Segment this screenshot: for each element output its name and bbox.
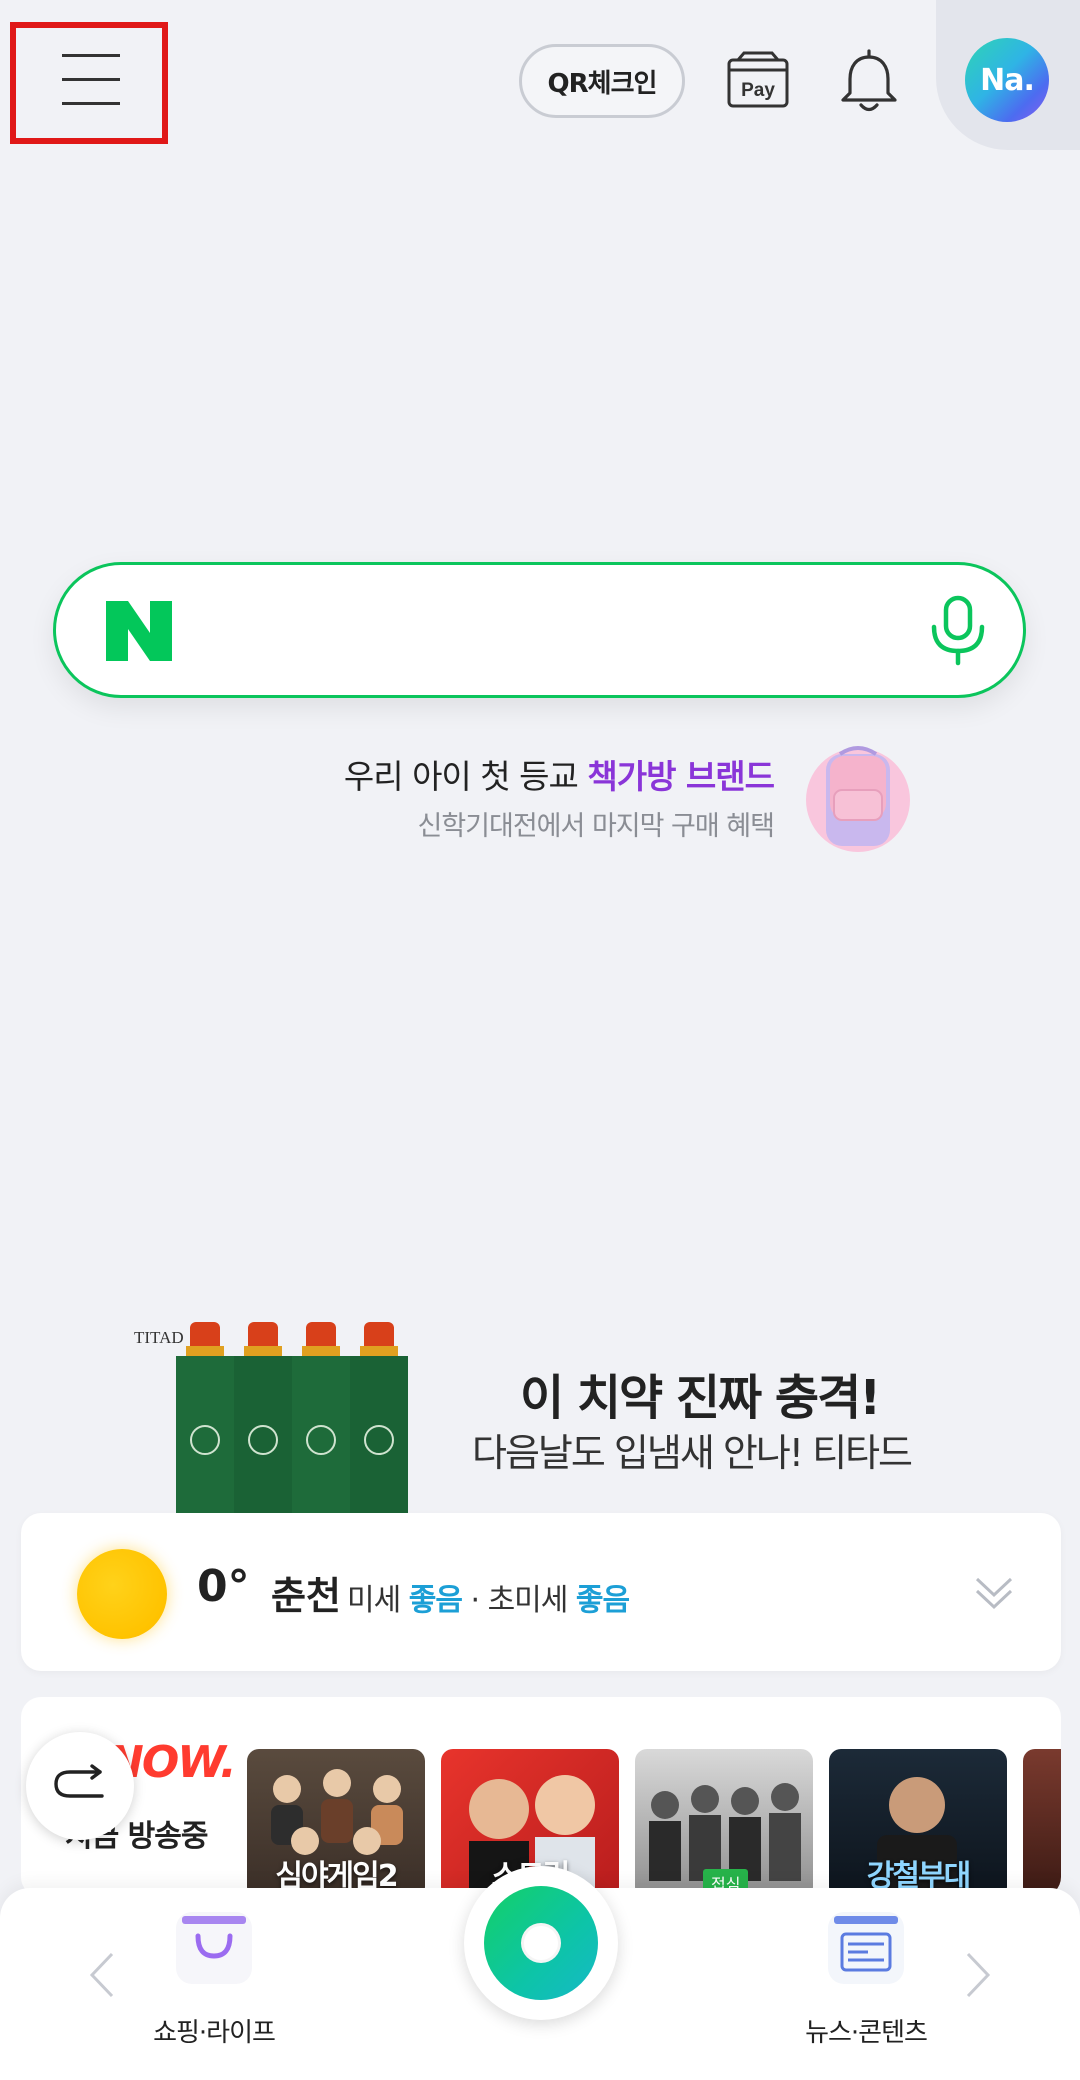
toothpaste-bottle-image <box>176 1322 234 1517</box>
microphone-icon[interactable] <box>928 595 988 667</box>
green-dot-button[interactable] <box>464 1866 618 2020</box>
pay-icon[interactable]: Pay <box>726 50 790 110</box>
nav-shopping-label: 쇼핑·라이프 <box>153 2018 276 2048</box>
shopping-bag-icon <box>176 1912 252 1984</box>
weather-card[interactable]: 0° 춘천 미세 좋음 · 초미세 좋음 <box>21 1513 1061 1671</box>
promo-title-highlight: 책가방 브랜드 <box>587 757 775 796</box>
nav-news-content[interactable]: 뉴스·콘텐츠 <box>786 1912 946 2062</box>
green-dot-center <box>521 1923 561 1963</box>
ad-banner[interactable]: TITAD 이 치약 진짜 충격! 다음날도 입냄새 안나! 티타드 <box>0 1310 1080 1517</box>
promo-banner[interactable]: 우리 아이 첫 등교 책가방 브랜드 신학기대전에서 마지막 구매 혜택 <box>200 742 920 852</box>
redirect-arrow-icon <box>54 1764 104 1798</box>
air-quality: 미세 좋음 · 초미세 좋음 <box>347 1575 630 1619</box>
backpack-image <box>806 746 910 852</box>
qr-checkin-button[interactable]: QR체크인 <box>519 44 685 118</box>
promo-title: 우리 아이 첫 등교 책가방 브랜드 <box>343 750 775 798</box>
live-thumbnail[interactable] <box>1023 1749 1061 1897</box>
chevron-right-icon[interactable] <box>962 1950 994 2000</box>
top-bar: QR체크인 Pay Na. <box>0 0 1080 160</box>
ultra-fine-dust-value: 좋음 <box>575 1583 630 1618</box>
live-thumbnail[interactable]: 접심 <box>635 1749 813 1897</box>
pay-label: Pay <box>741 80 775 101</box>
avatar[interactable]: Na. <box>965 38 1049 122</box>
ultra-fine-dust-label: 초미세 <box>487 1583 569 1618</box>
fine-dust-value: 좋음 <box>408 1583 463 1618</box>
naver-logo-icon <box>106 601 172 661</box>
ad-subtitle: 다음날도 입냄새 안나! 티타드 <box>472 1431 913 1475</box>
toothpaste-bottle-image <box>234 1322 292 1517</box>
menu-button[interactable] <box>10 22 168 144</box>
menu-icon-line <box>62 102 120 105</box>
share-float-button[interactable] <box>26 1732 134 1840</box>
toothpaste-bottle-image <box>292 1322 350 1517</box>
menu-icon <box>62 54 120 57</box>
promo-subtitle: 신학기대전에서 마지막 구매 혜택 <box>417 811 775 842</box>
live-thumbnail[interactable]: 강철부대 <box>829 1749 1007 1897</box>
city-name: 춘천 <box>271 1574 341 1618</box>
ad-title: 이 치약 진짜 충격! <box>520 1370 881 1426</box>
toothpaste-bottle-image <box>350 1322 408 1517</box>
nav-news-label: 뉴스·콘텐츠 <box>805 2018 928 2048</box>
chevron-left-icon[interactable] <box>86 1950 118 2000</box>
search-input[interactable] <box>196 595 836 667</box>
menu-icon-line <box>62 78 120 81</box>
nav-shopping-life[interactable]: 쇼핑·라이프 <box>134 1912 294 2062</box>
live-thumbnail[interactable]: 심야게임2 <box>247 1749 425 1897</box>
chevron-down-icon[interactable] <box>973 1571 1015 1615</box>
search-bar[interactable] <box>53 562 1026 698</box>
temperature: 0° <box>197 1561 250 1612</box>
separator: · <box>461 1583 488 1618</box>
bell-icon[interactable] <box>838 48 900 114</box>
sun-icon <box>77 1549 167 1639</box>
news-icon <box>828 1912 904 1984</box>
promo-title-prefix: 우리 아이 첫 등교 <box>343 757 588 796</box>
fine-dust-label: 미세 <box>347 1583 401 1618</box>
